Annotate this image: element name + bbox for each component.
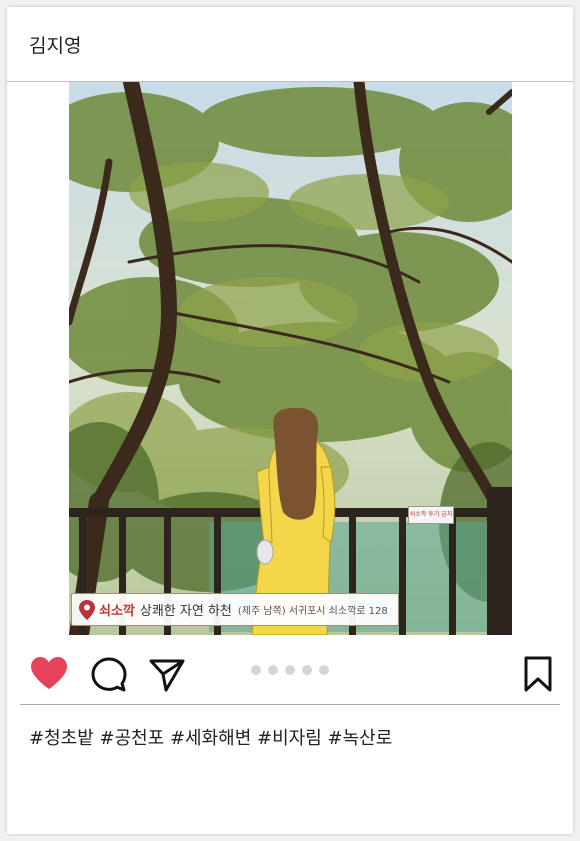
carousel-dot[interactable] [251, 665, 261, 675]
photo-illustration [69, 82, 512, 635]
post-card: 김지영 쇠소깍 투기 금지 쇠소깍 상쾌한 자연 하천 (제주 남쪽) 서귀포시… [7, 7, 573, 834]
carousel-indicator [251, 665, 329, 675]
carousel-dot[interactable] [268, 665, 278, 675]
carousel-dot[interactable] [285, 665, 295, 675]
location-address: 서귀포시 쇠소깍로 128 [288, 606, 388, 617]
share-icon[interactable] [148, 656, 186, 694]
warning-sign: 쇠소깍 투기 금지 [408, 506, 454, 524]
comment-icon[interactable] [90, 656, 128, 694]
location-name: 쇠소깍 [99, 604, 135, 619]
post-photo[interactable]: 쇠소깍 투기 금지 쇠소깍 상쾌한 자연 하천 (제주 남쪽) 서귀포시 쇠소깍… [69, 82, 512, 635]
location-badge[interactable]: 쇠소깍 상쾌한 자연 하천 (제주 남쪽) 서귀포시 쇠소깍로 128 [71, 593, 399, 626]
carousel-dot[interactable] [302, 665, 312, 675]
location-pin-icon [79, 599, 95, 620]
hashtags[interactable]: #청초밭 #공천포 #세화해변 #비자림 #녹산로 [29, 724, 392, 750]
heart-icon[interactable] [29, 656, 69, 690]
location-region: (제주 남쪽) [237, 606, 286, 617]
location-description: 상쾌한 자연 하천 [139, 604, 232, 619]
divider [20, 704, 560, 705]
bookmark-icon[interactable] [523, 656, 553, 692]
action-bar [7, 647, 573, 697]
post-header: 김지영 [7, 7, 573, 82]
username[interactable]: 김지영 [29, 31, 81, 58]
carousel-dot[interactable] [319, 665, 329, 675]
